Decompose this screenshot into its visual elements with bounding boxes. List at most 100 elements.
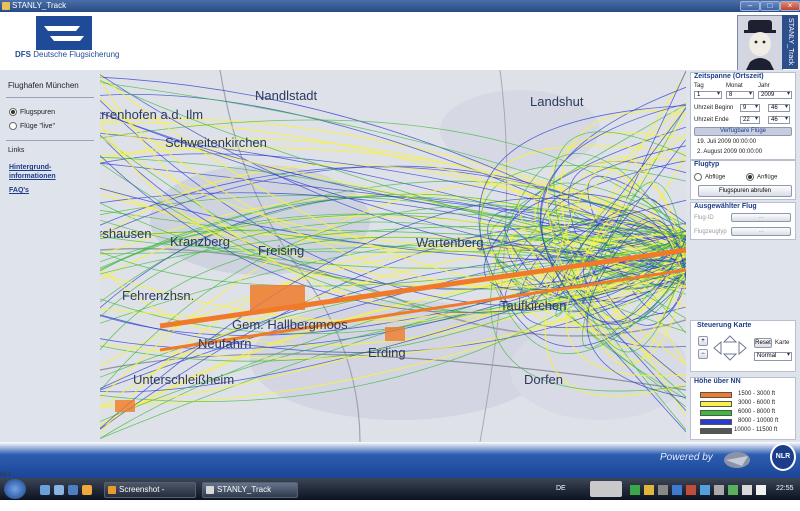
flugspuren-abrufen-button[interactable]: Flugspuren abrufen [698, 185, 792, 197]
verfuegbar-to: 2. August 2009 00:00:00 [697, 149, 763, 155]
tag-select[interactable]: 1 [694, 91, 722, 99]
abfluege-option[interactable]: Abflüge [694, 173, 725, 181]
legend-swatch [700, 419, 732, 425]
beginn-label: Uhrzeit Beginn [694, 105, 734, 111]
app-header [0, 12, 800, 70]
beginn-minute-select[interactable]: 46 [768, 104, 790, 112]
vertical-app-title: STANLY_Track [782, 15, 798, 69]
link-faq[interactable]: FAQ's [9, 187, 29, 194]
start-button[interactable] [4, 479, 26, 499]
tag-label: Tag [694, 83, 704, 89]
zoom-out-icon[interactable]: − [698, 349, 708, 359]
sidebar-divider [6, 97, 94, 98]
sidebar-divider [6, 140, 94, 141]
jahr-label: Jahr [758, 83, 770, 89]
anfluege-option[interactable]: Anflüge [746, 173, 777, 181]
flug-id-field: ... [731, 213, 791, 222]
zeitspanne-title: Zeitspanne (Ortszeit) [694, 73, 764, 80]
pan-control[interactable] [712, 335, 748, 361]
legend-label: 8000 - 10000 ft [738, 418, 779, 424]
karte-label: Karte [775, 340, 790, 346]
powered-by-text: Powered by [660, 452, 713, 463]
option-fluege-live[interactable]: Flüge "live" [9, 122, 55, 130]
city-label: arrenhofen a.d. Ilm [100, 107, 203, 122]
flugtyp-title: Flugtyp [694, 161, 720, 168]
anfluege-label: Anflüge [757, 174, 778, 181]
task-label: Screenshot - Wikipe... [119, 485, 165, 508]
city-label: Erding [368, 345, 406, 360]
monat-select[interactable]: 8 [726, 91, 754, 99]
city-label: rshausen [100, 226, 151, 241]
radio-icon[interactable] [9, 108, 17, 116]
quicklaunch-icon[interactable] [40, 485, 50, 495]
sidebar-title: Flughafen München [8, 81, 79, 90]
task-button-stanly[interactable]: STANLY_Track [202, 482, 298, 498]
flugzeugtyp-field: ... [731, 227, 791, 236]
jahr-select[interactable]: 2009 [758, 91, 792, 99]
window-title: STANLY_Track [12, 1, 67, 10]
firefox-icon [108, 486, 116, 494]
minimize-button[interactable]: – [740, 1, 760, 11]
legend-swatch [700, 401, 732, 407]
clock: 22:55 [776, 485, 794, 492]
maximize-button[interactable]: □ [760, 1, 780, 11]
app-icon [2, 2, 10, 10]
quicklaunch-icon[interactable] [54, 485, 64, 495]
flug-id-label: Flug-ID [694, 215, 714, 221]
legend-label: 3000 - 6000 ft [738, 400, 776, 406]
nero-toolbar-icon[interactable] [590, 481, 622, 497]
ende-hour-select[interactable]: 22 [740, 116, 760, 124]
steuerung-title: Steuerung Karte [697, 322, 752, 329]
dfs-logo-text: DFS Deutsche Flugsicherung [15, 50, 120, 59]
legend-swatch [700, 392, 732, 398]
dfs-logo [36, 16, 92, 50]
monat-label: Monat [726, 83, 743, 89]
radio-icon[interactable] [694, 173, 702, 181]
quicklaunch-icon[interactable] [82, 485, 92, 495]
task-button-screenshot[interactable]: Screenshot - Wikipe... [104, 482, 196, 508]
abfluege-label: Abflüge [705, 174, 726, 181]
legend-label: 6000 - 8000 ft [738, 409, 776, 415]
link-hintergrund[interactable]: Hintergrund- [9, 164, 51, 171]
radio-icon[interactable] [9, 122, 17, 130]
city-label: Freising [258, 243, 304, 258]
partner-logo [722, 446, 752, 474]
nlr-logo: NLR [770, 443, 796, 471]
karte-select[interactable]: Normal [754, 352, 792, 361]
ende-label: Uhrzeit Ende [694, 117, 729, 123]
city-label: Wartenberg [416, 235, 483, 250]
city-label: Neufahrn [198, 336, 251, 351]
city-label: Schweitenkirchen [165, 135, 267, 150]
ausgewaehlt-title: Ausgewählter Flug [694, 203, 757, 210]
ende-minute-select[interactable]: 46 [768, 116, 790, 124]
task-label: STANLY_Track [217, 485, 272, 494]
option-flugspuren[interactable]: Flugspuren [9, 108, 55, 116]
window-title-bar[interactable]: STANLY_Track – □ × [0, 0, 800, 12]
legend-swatch [700, 428, 732, 434]
city-label: Unterschleißheim [133, 372, 234, 387]
close-button[interactable]: × [780, 1, 800, 11]
map-view[interactable]: Nandlstadt Landshut arrenhofen a.d. Ilm … [100, 70, 686, 442]
option-label: Flüge "live" [20, 122, 55, 130]
zoom-in-icon[interactable]: + [698, 336, 708, 346]
language-indicator[interactable]: DE [556, 485, 566, 492]
link-informationen[interactable]: informationen [9, 173, 56, 180]
quicklaunch-icon[interactable] [68, 485, 78, 495]
map-canvas[interactable]: Nandlstadt Landshut arrenhofen a.d. Ilm … [100, 70, 686, 442]
hoehe-title: Höhe über NN [694, 378, 741, 385]
tray-icons [630, 484, 790, 496]
option-label: Flugspuren [20, 108, 56, 116]
reset-button[interactable]: Reset [754, 338, 772, 348]
city-label: Dorfen [524, 372, 563, 387]
portrait-image [737, 15, 783, 71]
links-heading: Links [8, 147, 25, 154]
city-label: Landshut [530, 94, 584, 109]
radio-icon[interactable] [746, 173, 754, 181]
city-label: Fehrenzhsn. [122, 288, 194, 303]
city-label: Taufkirchen [500, 298, 566, 313]
flugzeugtyp-label: Flugzeugtyp [694, 229, 727, 235]
verfuegbare-fluege-button[interactable]: Verfügbare Flüge [694, 127, 792, 136]
beginn-hour-select[interactable]: 9 [740, 104, 760, 112]
city-label: Kranzberg [170, 234, 230, 249]
legend-swatch [700, 410, 732, 416]
